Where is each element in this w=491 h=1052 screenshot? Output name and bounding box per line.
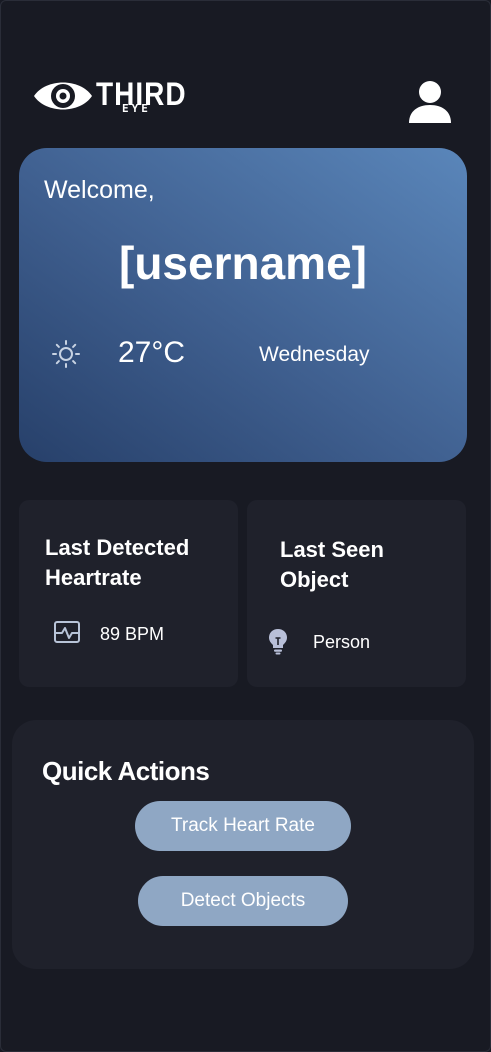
heartrate-title: Last Detected Heartrate [45,533,189,593]
object-value: Person [313,632,371,652]
day-of-week: Wednesday [259,343,370,366]
heartrate-card: Last Detected Heartrate 89 BPM [19,500,238,687]
lightbulb-icon [269,629,287,655]
brand-subtitle: EYE [122,102,151,115]
heartrate-title-line2: Heartrate [45,565,142,590]
welcome-card: Welcome, [username] 27°C Wednesday [19,148,467,462]
heart-monitor-icon [54,621,80,643]
username: [username] [119,237,367,289]
quick-actions-title: Quick Actions [42,756,210,786]
temperature: 27°C [118,336,186,369]
heartrate-value: 89 BPM [100,624,165,644]
sun-icon [52,340,80,368]
app-logo: THIRD EYE [32,72,186,122]
object-title: Last Seen Object [280,535,384,595]
object-title-line1: Last Seen [280,537,384,562]
profile-button[interactable] [406,78,454,126]
heartrate-title-line1: Last Detected [45,535,190,560]
last-object-card: Last Seen Object Person [247,500,466,687]
detect-objects-button[interactable]: Detect Objects [138,876,348,926]
welcome-greeting: Welcome, [44,176,155,204]
object-title-line2: Object [280,567,349,592]
eye-logo-icon [34,82,92,110]
track-heart-rate-button[interactable]: Track Heart Rate [135,801,351,851]
user-icon [409,81,451,123]
quick-actions-card: Quick Actions Track Heart Rate Detect Ob… [12,720,474,969]
